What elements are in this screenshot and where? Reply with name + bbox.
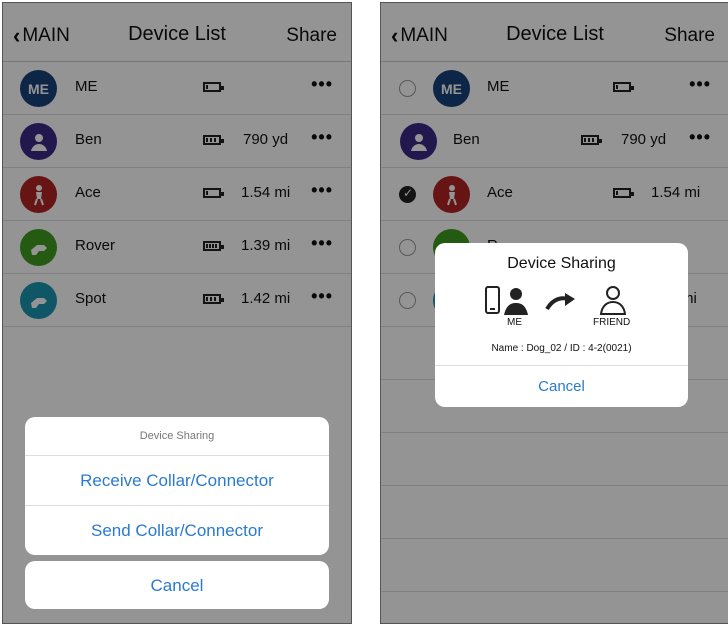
sheet-title: Device Sharing: [25, 417, 329, 456]
device-sharing-dialog: Device Sharing ME FRIEND Name : Dog_02 /…: [435, 243, 688, 407]
device-list-screen-right: ‹ MAIN Device List Share ME ME ••• Ben 7…: [380, 2, 728, 624]
arrow-icon: [545, 293, 575, 311]
me-label: ME: [507, 317, 522, 328]
receive-collar-button[interactable]: Receive Collar/Connector: [25, 456, 329, 505]
device-sharing-action-sheet: Device Sharing Receive Collar/Connector …: [25, 417, 329, 555]
cancel-sheet: Cancel: [25, 561, 329, 609]
device-list-screen-left: ‹ MAIN Device List Share ME ME ••• Ben 7…: [2, 2, 352, 624]
friend-label: FRIEND: [593, 317, 631, 328]
cancel-button[interactable]: Cancel: [25, 561, 329, 609]
share-graphic: ME FRIEND: [435, 285, 688, 335]
cancel-button[interactable]: Cancel: [435, 365, 688, 407]
device-detail-text: Name : Dog_02 / ID : 4-2(0021): [491, 343, 632, 354]
send-collar-button[interactable]: Send Collar/Connector: [25, 505, 329, 555]
friend-icon: [599, 286, 627, 315]
dialog-title: Device Sharing: [507, 255, 616, 272]
phone-person-icon: [485, 286, 528, 315]
